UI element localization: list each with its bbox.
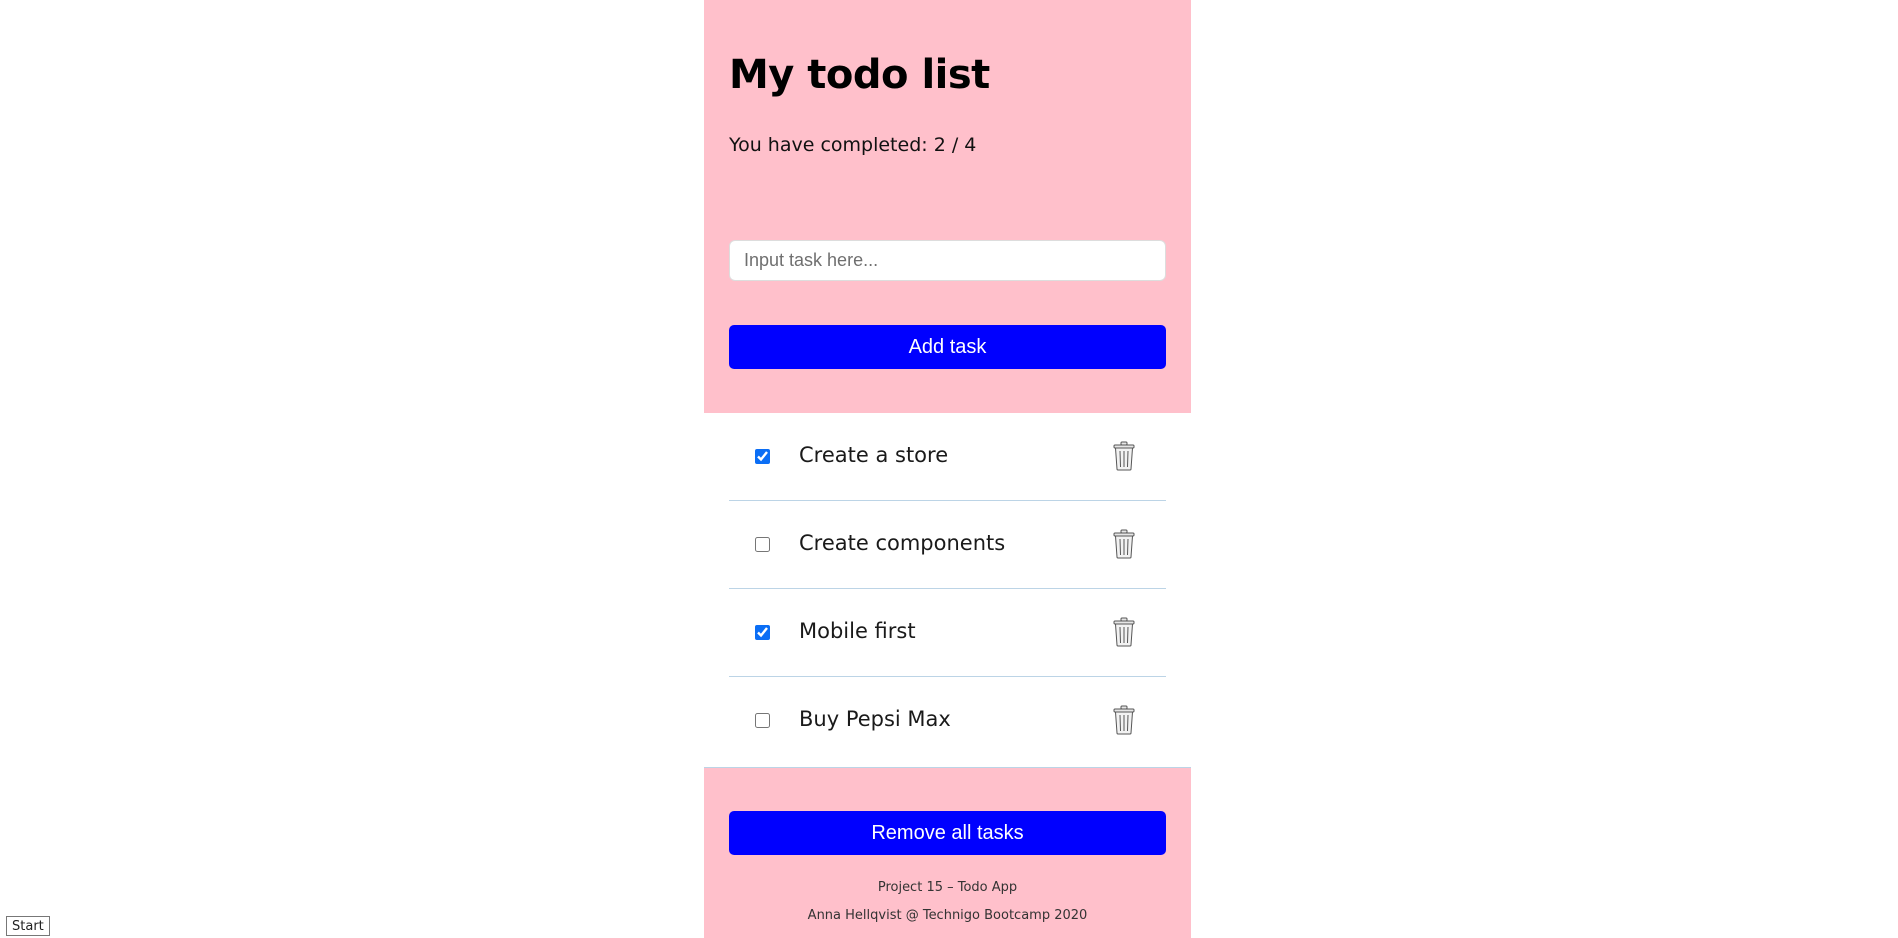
remove-all-tasks-button[interactable]: Remove all tasks	[729, 811, 1166, 855]
completed-counter: You have completed: 2 / 4	[729, 134, 977, 156]
page-title: My todo list	[729, 52, 990, 98]
task-checkbox[interactable]	[755, 449, 770, 464]
trash-icon[interactable]	[1112, 617, 1136, 647]
footer-project-text: Project 15 – Todo App	[877, 880, 1018, 895]
task-checkbox[interactable]	[755, 713, 770, 728]
list-item: Create components	[729, 501, 1166, 589]
footer-author-text: Anna Hellqvist @ Technigo Bootcamp 2020	[807, 908, 1088, 923]
task-label: Create components	[799, 531, 1006, 555]
footer-section: Remove all tasks Project 15 – Todo App A…	[704, 768, 1191, 938]
todo-app: My todo list You have completed: 2 / 4 A…	[704, 0, 1191, 938]
list-item: Mobile first	[729, 589, 1166, 677]
task-checkbox[interactable]	[755, 625, 770, 640]
trash-icon[interactable]	[1112, 705, 1136, 735]
task-label: Mobile first	[799, 619, 916, 643]
task-checkbox[interactable]	[755, 537, 770, 552]
add-task-button[interactable]: Add task	[729, 325, 1166, 369]
task-label: Create a store	[799, 443, 949, 467]
header-section: My todo list You have completed: 2 / 4 A…	[704, 0, 1191, 413]
trash-icon[interactable]	[1112, 441, 1136, 471]
trash-icon[interactable]	[1112, 529, 1136, 559]
list-item: Buy Pepsi Max	[729, 677, 1166, 765]
task-input[interactable]	[729, 240, 1166, 281]
list-item: Create a store	[729, 413, 1166, 501]
start-button[interactable]: Start	[6, 916, 50, 936]
task-list: Create a store Create components Mobile …	[704, 413, 1191, 768]
task-label: Buy Pepsi Max	[799, 707, 951, 731]
